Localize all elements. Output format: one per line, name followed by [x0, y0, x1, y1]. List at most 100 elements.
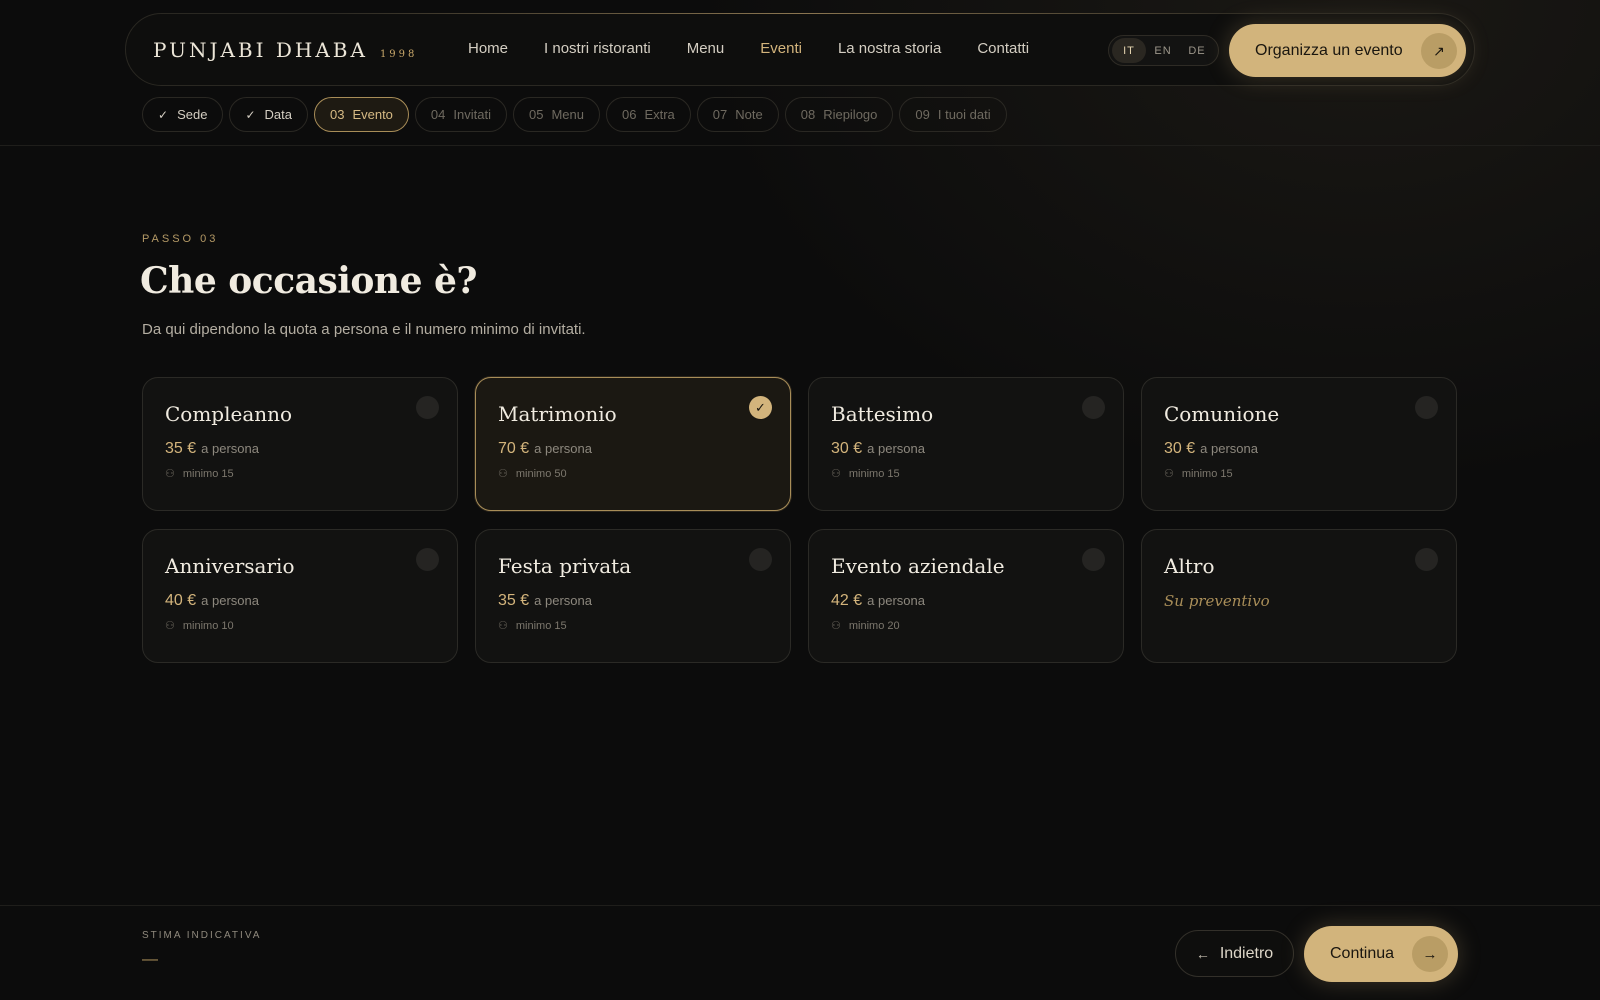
occasion-card-evento-aziendale[interactable]: Evento aziendale 42 € a persona ⚇ minimo 2…: [808, 529, 1124, 663]
step-number: 03: [329, 107, 345, 122]
step-extra[interactable]: 06 Extra: [605, 97, 691, 132]
step-evento[interactable]: 03 Evento: [313, 97, 409, 132]
radio-indicator: [416, 548, 439, 571]
occasion-card-compleanno[interactable]: Compleanno 35 € a persona ⚇ minimo 15: [142, 377, 458, 511]
occasion-minimum: minimo 20: [848, 619, 900, 632]
occasion-minimum: minimo 15: [848, 467, 900, 480]
occasion-name: Battesimo: [831, 402, 934, 426]
check-icon: ✓: [749, 396, 772, 419]
organize-event-label: Organizza un evento: [1255, 41, 1403, 59]
occasion-minimum: minimo 15: [1181, 467, 1233, 480]
lang-de[interactable]: DE: [1180, 38, 1214, 63]
occasion-card-altro[interactable]: Altro Su preventivo: [1141, 529, 1457, 663]
price-unit: a persona: [867, 441, 925, 456]
estimate-value: —: [142, 951, 158, 968]
occasion-card-battesimo[interactable]: Battesimo 30 € a persona ⚇ minimo 15: [808, 377, 1124, 511]
occasion-minimum: minimo 15: [182, 467, 234, 480]
people-icon: ⚇: [1164, 468, 1174, 480]
language-switcher: IT EN DE: [1108, 35, 1219, 66]
step-tuoi-dati[interactable]: 09 I tuoi dati: [899, 97, 1007, 132]
back-label: Indietro: [1219, 944, 1274, 962]
top-navbar: PUNJABI DHABA 1998 Home I nostri ristora…: [125, 13, 1475, 86]
occasion-card-comunione[interactable]: Comunione 30 € a persona ⚇ minimo 15: [1141, 377, 1457, 511]
step-label: Riepilogo: [823, 107, 878, 122]
nav-contacts[interactable]: Contatti: [977, 40, 1029, 57]
step-number: 06: [621, 107, 637, 122]
check-icon: ✓: [158, 107, 169, 122]
occasion-name: Festa privata: [498, 554, 632, 578]
occasion-name: Anniversario: [165, 554, 295, 578]
price-unit: a persona: [201, 441, 259, 456]
step-number: 04: [430, 107, 446, 122]
occasion-price: 42 €: [831, 592, 863, 609]
logo-year: 1998: [379, 49, 418, 60]
continue-button[interactable]: Continua →: [1304, 926, 1458, 982]
page-title: Che occasione è?: [140, 260, 478, 302]
price-unit: a persona: [1200, 441, 1258, 456]
step-number: 09: [915, 107, 930, 122]
occasion-price: 35 €: [165, 440, 197, 457]
occasion-minimum: minimo 15: [515, 619, 567, 632]
step-data[interactable]: ✓ Data: [229, 97, 308, 132]
check-icon: ✓: [245, 107, 256, 122]
step-note[interactable]: 07 Note: [696, 97, 779, 132]
price-unit: a persona: [534, 593, 592, 608]
people-icon: ⚇: [165, 620, 175, 632]
step-progress: ✓ Sede ✓ Data 03 Evento 04 Invitati 05 M…: [142, 97, 1013, 132]
step-label: I tuoi dati: [937, 107, 991, 122]
logo-text: PUNJABI DHABA: [153, 38, 368, 62]
occasion-card-matrimonio[interactable]: ✓ Matrimonio 70 € a persona ⚇ minimo 50: [475, 377, 791, 511]
organize-event-button[interactable]: Organizza un evento ↗: [1229, 24, 1466, 77]
arrow-right-icon: →: [1412, 936, 1448, 972]
nav-events[interactable]: Eventi: [760, 40, 802, 57]
main-nav: Home I nostri ristoranti Menu Eventi La …: [468, 40, 1065, 57]
occasion-name: Comunione: [1164, 402, 1280, 426]
lang-it[interactable]: IT: [1112, 38, 1146, 63]
people-icon: ⚇: [831, 468, 841, 480]
nav-menu[interactable]: Menu: [687, 40, 725, 57]
estimate-label: STIMA INDICATIVA: [142, 930, 262, 941]
step-riepilogo[interactable]: 08 Riepilogo: [784, 97, 894, 132]
divider: [0, 905, 1600, 906]
occasion-name: Compleanno: [165, 402, 293, 426]
occasion-price: 30 €: [1164, 440, 1196, 457]
radio-indicator: [1082, 548, 1105, 571]
lang-en[interactable]: EN: [1146, 38, 1180, 63]
logo[interactable]: PUNJABI DHABA 1998: [153, 38, 417, 62]
occasion-name: Altro: [1164, 554, 1215, 578]
radio-indicator: [1415, 548, 1438, 571]
divider: [0, 145, 1600, 146]
people-icon: ⚇: [498, 620, 508, 632]
nav-home[interactable]: Home: [468, 40, 508, 57]
radio-indicator: [749, 548, 772, 571]
occasion-price: 30 €: [831, 440, 863, 457]
step-number: 07: [712, 107, 728, 122]
step-sede[interactable]: ✓ Sede: [142, 97, 224, 132]
price-unit: a persona: [534, 441, 592, 456]
step-label: Evento: [352, 107, 393, 122]
occasion-card-anniversario[interactable]: Anniversario 40 € a persona ⚇ minimo 10: [142, 529, 458, 663]
occasion-price: 40 €: [165, 592, 197, 609]
price-unit: a persona: [201, 593, 259, 608]
occasion-card-festa-privata[interactable]: Festa privata 35 € a persona ⚇ minimo 15: [475, 529, 791, 663]
step-label: Data: [264, 107, 292, 122]
price-unit: a persona: [867, 593, 925, 608]
people-icon: ⚇: [165, 468, 175, 480]
step-menu[interactable]: 05 Menu: [512, 97, 600, 132]
radio-indicator: [1082, 396, 1105, 419]
step-invitati[interactable]: 04 Invitati: [414, 97, 507, 132]
step-number: 05: [528, 107, 544, 122]
nav-story[interactable]: La nostra storia: [838, 40, 941, 57]
occasion-price: 35 €: [498, 592, 530, 609]
continue-label: Continua: [1330, 945, 1395, 962]
people-icon: ⚇: [498, 468, 508, 480]
step-label: Invitati: [453, 107, 491, 122]
occasion-name: Matrimonio: [498, 402, 617, 426]
nav-restaurants[interactable]: I nostri ristoranti: [544, 40, 651, 57]
occasion-minimum: minimo 10: [182, 619, 234, 632]
arrow-up-right-icon: ↗: [1421, 33, 1457, 69]
step-label: Extra: [644, 107, 675, 122]
people-icon: ⚇: [831, 620, 841, 632]
back-button[interactable]: ← Indietro: [1175, 930, 1294, 977]
radio-indicator: [416, 396, 439, 419]
